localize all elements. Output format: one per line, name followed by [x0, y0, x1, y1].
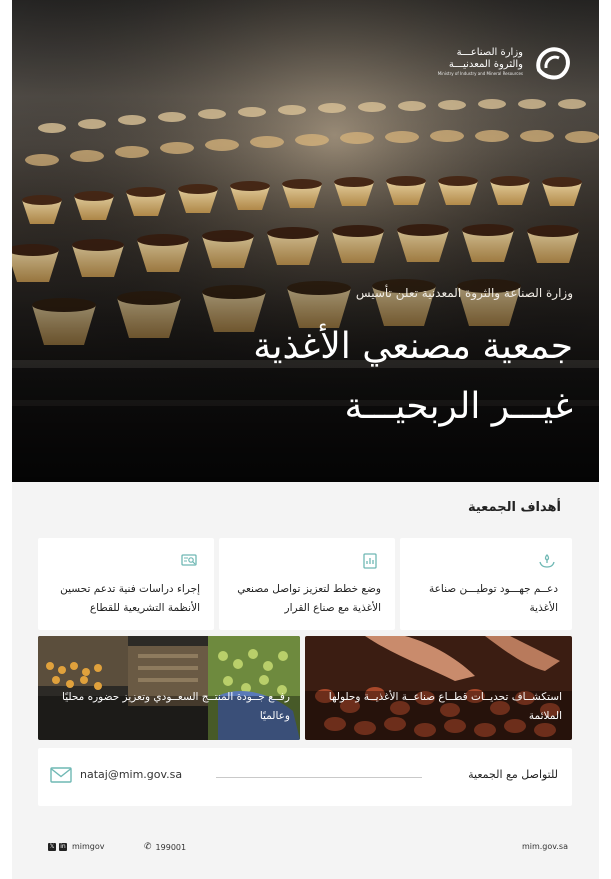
ministry-logo-icon — [536, 47, 570, 80]
goal-card-text: إجراء دراسات فنية تدعم تحسين الأنظمة الت… — [60, 583, 200, 614]
social-handle[interactable]: 𝕏 in mimgov — [48, 842, 105, 851]
logo-name-ar-2: والثروة المعدنيـــة — [448, 59, 523, 70]
contact-label: للتواصل مع الجمعية — [468, 768, 558, 781]
goal-photo-challenges: استكشــاف تحديــات قطــاع صناعــة الأغذي… — [305, 636, 572, 740]
x-icon: 𝕏 — [48, 842, 56, 851]
goal-photo-text: استكشــاف تحديــات قطــاع صناعــة الأغذي… — [328, 691, 562, 722]
ministry-logo: وزارة الصناعـــة والثروة المعدنيـــة Min… — [438, 40, 575, 84]
announcement-text: وزارة الصناعة والثروة المعدنية تعلن تأسي… — [355, 286, 573, 300]
footer: 𝕏 in mimgov ✆ 199001 mim.gov.sa — [38, 838, 572, 858]
website-link[interactable]: mim.gov.sa — [522, 842, 568, 851]
social-handle-text: mimgov — [72, 842, 105, 851]
phone-number-text: 199001 — [155, 842, 187, 852]
phone-number[interactable]: ✆ 199001 — [144, 842, 186, 852]
document-chart-icon — [363, 553, 377, 569]
goal-card-plans: وضع خطط لتعزيز تواصل مصنعي الأغذية مع صن… — [219, 538, 395, 630]
linkedin-icon: in — [59, 842, 67, 851]
phone-icon: ✆ — [144, 842, 152, 852]
headline-line-1: جمعية مصنعي الأغذية — [253, 326, 573, 367]
hands-plant-icon — [539, 554, 555, 568]
goal-card-text: دعــم جهـــود توطيـــن صناعة الأغذية — [428, 583, 558, 614]
poster: وزارة الصناعـــة والثروة المعدنيـــة Min… — [12, 0, 599, 879]
goal-card-localization: دعــم جهـــود توطيـــن صناعة الأغذية — [400, 538, 572, 630]
headline-line-2: غيـــر الربحيـــة — [344, 386, 573, 427]
goal-card-studies: إجراء دراسات فنية تدعم تحسين الأنظمة الت… — [38, 538, 214, 630]
contact-email-link[interactable]: nataj@mim.gov.sa — [80, 768, 182, 781]
goals-heading: أهداف الجمعية — [467, 500, 561, 515]
logo-name-en: Ministry of Industry and Mineral Resourc… — [437, 71, 523, 76]
mail-icon — [50, 767, 72, 783]
goal-photo-quality: رفــع جــودة المنتــج السعــودي وتعزيز ح… — [38, 636, 300, 740]
contact-box: للتواصل مع الجمعية nataj@mim.gov.sa — [38, 748, 572, 806]
contact-divider — [216, 777, 422, 778]
hero-banner: وزارة الصناعـــة والثروة المعدنيـــة Min… — [12, 0, 599, 482]
research-icon — [181, 554, 197, 566]
goal-photo-text: رفــع جــودة المنتــج السعــودي وتعزيز ح… — [62, 691, 290, 722]
goal-card-text: وضع خطط لتعزيز تواصل مصنعي الأغذية مع صن… — [237, 583, 381, 614]
logo-name-ar-1: وزارة الصناعـــة — [456, 47, 523, 58]
